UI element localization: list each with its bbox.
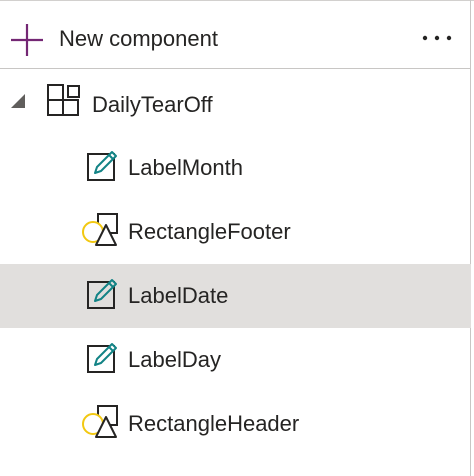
tree-item-label: RectangleFooter [128,219,291,244]
label-icon [87,151,117,181]
plus-icon [11,24,43,56]
tree-item-rectangleheader[interactable]: RectangleHeader [0,392,471,456]
shapes-icon [82,213,118,246]
tree-item-label: RectangleHeader [128,411,300,436]
tree-item-dailytearoff[interactable]: DailyTearOff [0,72,471,136]
tree-item-label: LabelMonth [128,155,243,180]
new-component-label: New component [59,26,218,51]
label-icon [87,279,117,309]
collapse-triangle-icon[interactable] [10,93,26,109]
label-icon [87,343,117,373]
tree-item-label: LabelDay [128,347,221,372]
tree-item-labeldate[interactable]: LabelDate [0,264,471,328]
more-horizontal-icon [422,35,452,41]
tree-item-label: LabelDate [128,283,229,308]
panel-header: New component [0,1,471,69]
shapes-icon [82,405,118,438]
tree-item-label: DailyTearOff [92,92,213,117]
tree-item-labelday[interactable]: LabelDay [0,328,471,392]
component-icon [47,84,80,116]
tree-item-labelmonth[interactable]: LabelMonth [0,136,471,200]
more-options-button[interactable] [412,19,456,55]
new-component-button[interactable]: New component [0,1,380,68]
tree-view-panel: New component DailyTearOff LabelMonth Re… [0,0,471,476]
tree-item-rectanglefooter[interactable]: RectangleFooter [0,200,471,264]
